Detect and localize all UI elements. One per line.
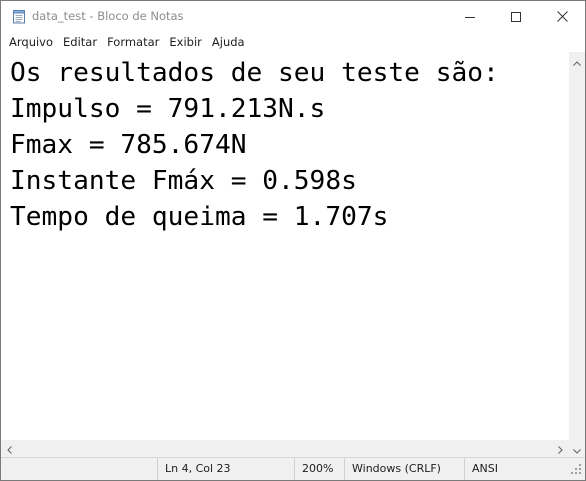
- title-bar[interactable]: data_test - Bloco de Notas: [1, 1, 585, 32]
- chevron-right-icon: [558, 439, 563, 458]
- chevron-down-icon: [573, 439, 581, 458]
- menu-formatar[interactable]: Formatar: [102, 33, 164, 51]
- menu-ajuda[interactable]: Ajuda: [207, 33, 250, 51]
- scroll-left-button[interactable]: [1, 440, 18, 457]
- minimize-button[interactable]: [447, 1, 493, 32]
- minimize-icon: [465, 7, 475, 26]
- zoom-level: 200%: [294, 458, 344, 480]
- notepad-icon[interactable]: [12, 9, 26, 24]
- chevron-up-icon: [573, 51, 581, 70]
- maximize-button[interactable]: [493, 1, 539, 32]
- notepad-window: data_test - Bloco de Notas Arquivo Edita…: [0, 0, 586, 481]
- chevron-left-icon: [7, 439, 12, 458]
- text-line: Fmax = 785.674N: [10, 130, 247, 160]
- scroll-up-button[interactable]: [569, 52, 585, 69]
- text-line: Impulso = 791.213N.s: [10, 94, 326, 124]
- menu-bar: Arquivo Editar Formatar Exibir Ajuda: [1, 32, 585, 52]
- window-title: data_test - Bloco de Notas: [32, 9, 184, 23]
- close-icon: [556, 7, 568, 26]
- text-line: Tempo de queima = 1.707s: [10, 202, 389, 232]
- cursor-position: Ln 4, Col 23: [157, 458, 293, 480]
- scroll-right-button[interactable]: [552, 440, 569, 457]
- text-line: Instante Fmáx = 0.598s: [10, 166, 357, 196]
- menu-editar[interactable]: Editar: [58, 33, 102, 51]
- resize-grip-icon[interactable]: [569, 461, 583, 475]
- menu-arquivo[interactable]: Arquivo: [4, 33, 58, 51]
- close-button[interactable]: [539, 1, 585, 32]
- line-ending: Windows (CRLF): [344, 458, 464, 480]
- status-bar: Ln 4, Col 23 200% Windows (CRLF) ANSI: [1, 457, 585, 480]
- menu-exibir[interactable]: Exibir: [164, 33, 207, 51]
- text-editor[interactable]: Os resultados de seu teste são: Impulso …: [1, 52, 569, 440]
- encoding: ANSI: [464, 458, 569, 480]
- text-line: Os resultados de seu teste são:: [10, 58, 499, 88]
- maximize-icon: [511, 7, 521, 26]
- vertical-scrollbar[interactable]: [569, 52, 585, 457]
- horizontal-scrollbar[interactable]: [1, 440, 569, 457]
- scroll-down-button[interactable]: [569, 440, 585, 457]
